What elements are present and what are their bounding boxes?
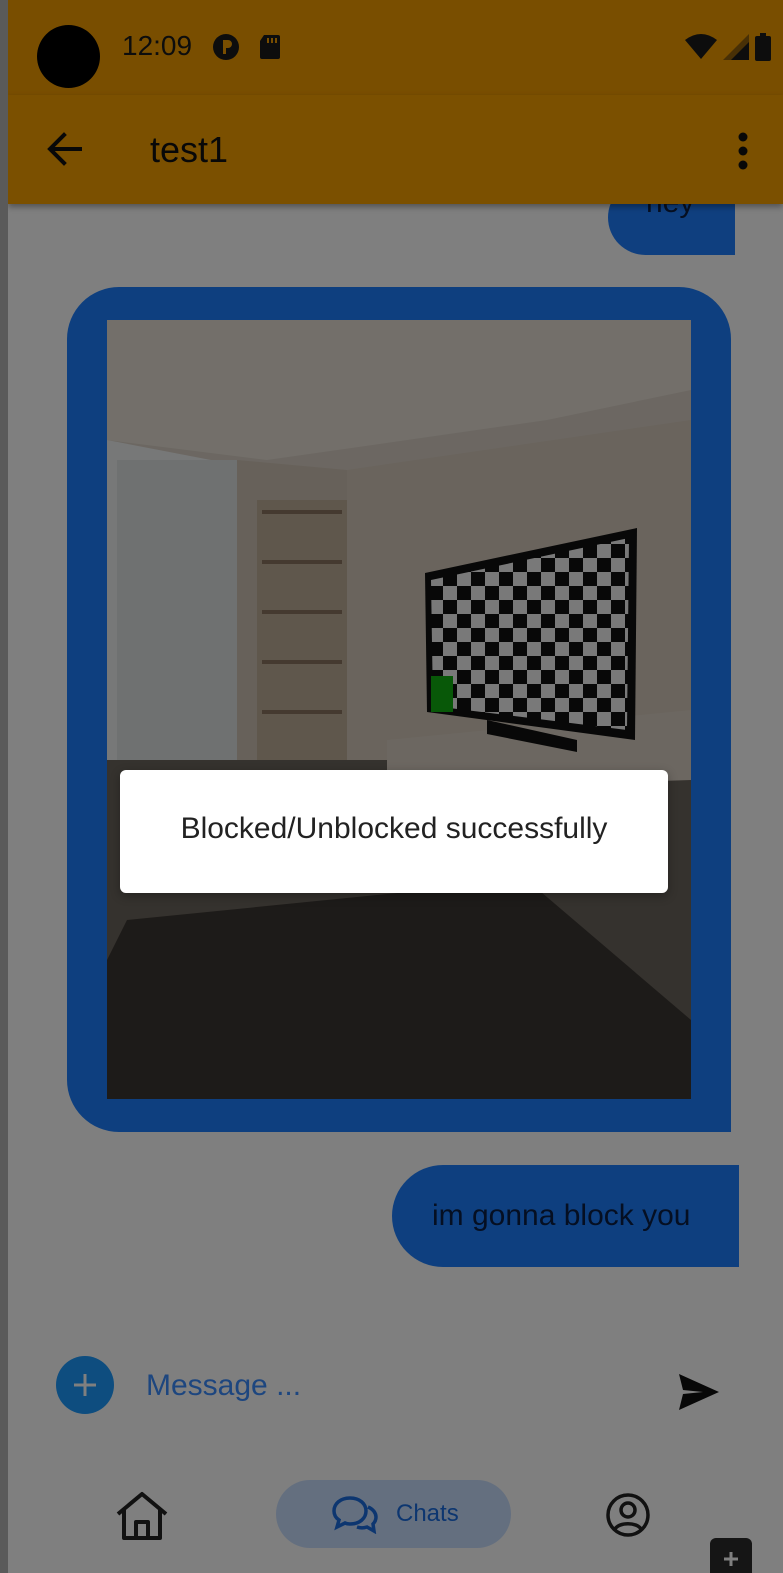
status-dialog: Blocked/Unblocked successfully <box>120 770 668 893</box>
dialog-message: Blocked/Unblocked successfully <box>180 812 608 845</box>
device-edge <box>0 0 8 1573</box>
